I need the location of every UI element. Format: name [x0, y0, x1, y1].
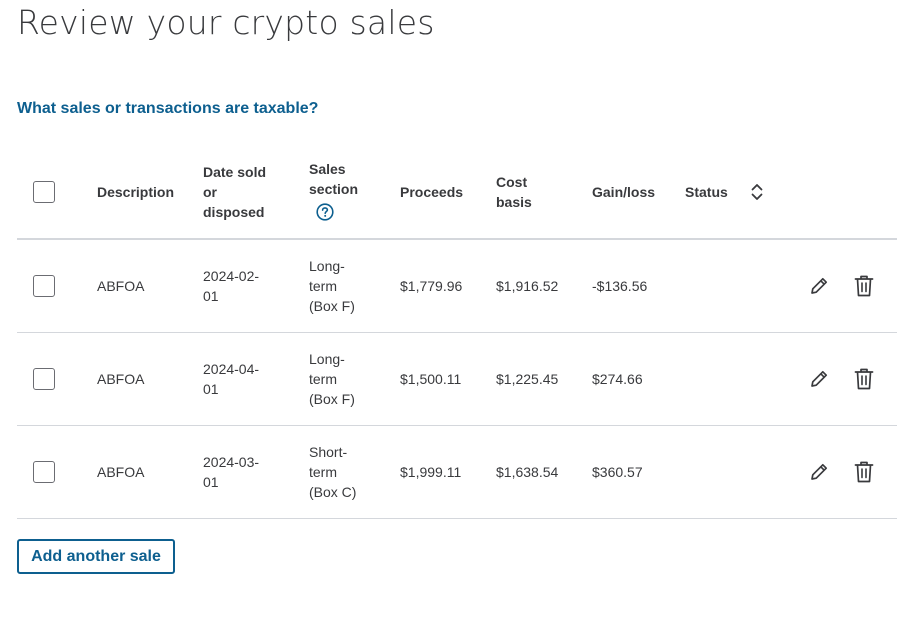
- sort-updown-icon[interactable]: [750, 182, 764, 202]
- row-select-checkbox[interactable]: [33, 461, 55, 483]
- column-header-description: Description: [97, 184, 175, 200]
- table-header: Description Date sold or disposed Sales …: [17, 146, 897, 240]
- trash-icon[interactable]: [853, 367, 875, 391]
- cell-proceeds: $1,500.11: [400, 371, 462, 387]
- cell-sales-section: Short- term (Box C): [309, 444, 357, 500]
- cell-date-sold: 2024-02- 01: [203, 268, 260, 304]
- page-title: Review your crypto sales: [17, 3, 435, 42]
- pencil-icon[interactable]: [808, 461, 830, 483]
- pencil-icon[interactable]: [808, 275, 830, 297]
- cell-description: ABFOA: [97, 371, 145, 387]
- cell-proceeds: $1,999.11: [400, 464, 462, 480]
- cell-status: [685, 426, 745, 518]
- pencil-icon[interactable]: [808, 368, 830, 390]
- question-circle-icon[interactable]: [316, 202, 334, 226]
- select-all-checkbox[interactable]: [33, 181, 55, 203]
- cell-status: [685, 333, 745, 425]
- taxable-help-link[interactable]: What sales or transactions are taxable?: [17, 100, 318, 118]
- cell-cost-basis: $1,916.52: [496, 278, 559, 294]
- cell-gain-loss: $274.66: [592, 371, 643, 387]
- table-row: ABFOA 2024-04- 01 Long- term (Box F) $1,…: [17, 333, 897, 426]
- trash-icon[interactable]: [853, 460, 875, 484]
- cell-status: [685, 240, 745, 332]
- column-header-sales-section: Sales section: [309, 146, 379, 238]
- cell-description: ABFOA: [97, 464, 145, 480]
- cell-cost-basis: $1,225.45: [496, 371, 559, 387]
- cell-sales-section: Long- term (Box F): [309, 258, 355, 314]
- cell-sales-section: Long- term (Box F): [309, 351, 355, 407]
- cell-date-sold: 2024-04- 01: [203, 361, 260, 397]
- cell-gain-loss: $360.57: [592, 464, 643, 480]
- add-another-sale-button[interactable]: Add another sale: [17, 539, 175, 574]
- cell-cost-basis: $1,638.54: [496, 464, 559, 480]
- row-select-checkbox[interactable]: [33, 368, 55, 390]
- cell-gain-loss: -$136.56: [592, 278, 648, 294]
- row-select-checkbox[interactable]: [33, 275, 55, 297]
- column-header-cost-basis: Cost basis: [496, 174, 532, 210]
- column-header-status: Status: [685, 184, 728, 200]
- trash-icon[interactable]: [853, 274, 875, 298]
- table-row: ABFOA 2024-03- 01 Short- term (Box C) $1…: [17, 426, 897, 519]
- crypto-sales-table: Description Date sold or disposed Sales …: [17, 146, 897, 519]
- cell-proceeds: $1,779.96: [400, 278, 463, 294]
- table-row: ABFOA 2024-02- 01 Long- term (Box F) $1,…: [17, 240, 897, 333]
- column-header-gain-loss: Gain/loss: [592, 184, 656, 200]
- column-header-date-sold: Date sold or disposed: [203, 164, 267, 220]
- cell-description: ABFOA: [97, 278, 145, 294]
- cell-date-sold: 2024-03- 01: [203, 454, 260, 490]
- column-header-proceeds: Proceeds: [400, 184, 464, 200]
